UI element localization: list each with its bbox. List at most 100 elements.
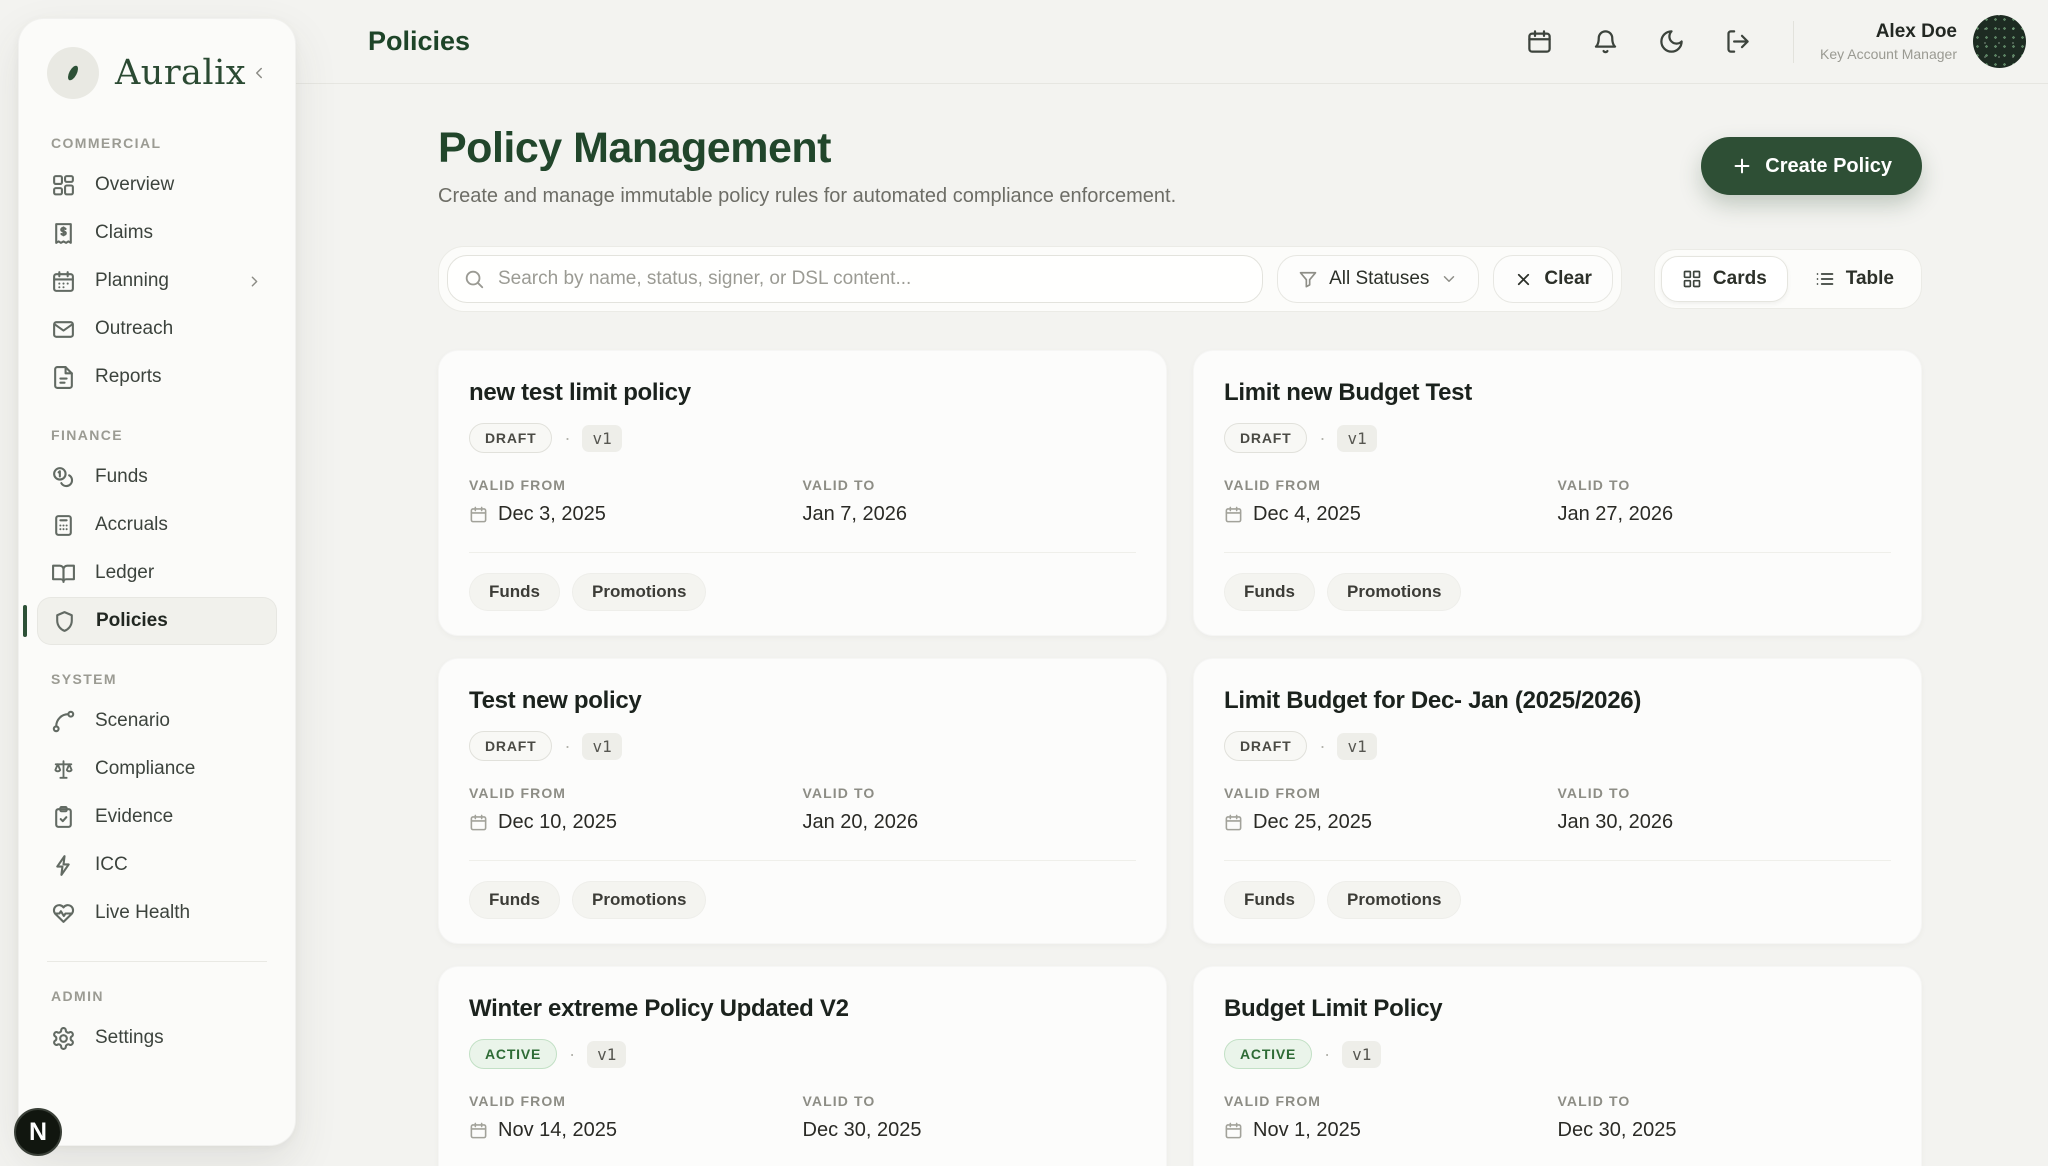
policy-card[interactable]: new test limit policy DRAFT · v1 VALID F… [438,350,1167,636]
sidebar-item-label: Compliance [95,758,195,780]
dot-separator: · [564,736,570,757]
valid-from-label: VALID FROM [1224,1093,1558,1109]
tag-pill: Funds [1224,881,1315,919]
version-chip: v1 [582,425,621,452]
status-filter-dropdown[interactable]: All Statuses [1277,255,1479,303]
moon-icon[interactable] [1645,16,1697,68]
calculator-icon [51,513,76,538]
tag-pill: Funds [1224,573,1315,611]
sidebar-item-label: Planning [95,270,169,292]
status-badge: ACTIVE [1224,1039,1312,1069]
policy-cards-grid: new test limit policy DRAFT · v1 VALID F… [438,350,1922,1166]
file-text-icon [51,365,76,390]
sidebar-item-policies[interactable]: Policies [37,597,277,645]
valid-to-value: Jan 27, 2026 [1558,503,1674,526]
policy-card[interactable]: Limit Budget for Dec- Jan (2025/2026) DR… [1193,658,1922,944]
sidebar-item-icc[interactable]: ICC [37,841,277,889]
policy-title: Budget Limit Policy [1224,995,1891,1023]
sidebar-divider [47,961,267,962]
valid-from-value: Nov 1, 2025 [1253,1119,1361,1142]
section-label-finance: Finance [51,427,277,443]
topbar-divider [1793,21,1794,63]
sidebar-item-label: Settings [95,1027,164,1049]
coins-icon [51,465,76,490]
create-policy-button[interactable]: Create Policy [1701,137,1922,195]
view-toggle: Cards Table [1654,249,1922,309]
sidebar-item-funds[interactable]: Funds [37,453,277,501]
valid-to-value: Jan 7, 2026 [803,503,908,526]
policy-card[interactable]: Budget Limit Policy ACTIVE · v1 VALID FR… [1193,966,1922,1166]
page-title: Policy Management [438,124,1176,173]
policy-card[interactable]: Winter extreme Policy Updated V2 ACTIVE … [438,966,1167,1166]
section-label-commercial: Commercial [51,135,277,151]
chevron-left-icon[interactable] [246,60,272,86]
gear-icon [51,1026,76,1051]
policy-card[interactable]: Limit new Budget Test DRAFT · v1 VALID F… [1193,350,1922,636]
valid-from-label: VALID FROM [469,1093,803,1109]
version-chip: v1 [582,733,621,760]
sidebar-item-scenario[interactable]: Scenario [37,697,277,745]
sidebar-item-reports[interactable]: Reports [37,353,277,401]
main-area: Policies Alex Doe Key Account Manager Po… [296,0,2048,1166]
avatar[interactable] [1973,15,2026,68]
clipboard-check-icon [51,805,76,830]
user-meta: Alex Doe Key Account Manager [1820,21,1957,62]
valid-to-label: VALID TO [803,785,1137,801]
sidebar-item-accruals[interactable]: Accruals [37,501,277,549]
app-name: Auralix [115,53,246,93]
calendar-icon [51,269,76,294]
clear-filters-button[interactable]: Clear [1493,255,1613,303]
sidebar-item-label: Scenario [95,710,170,732]
zap-icon [51,853,76,878]
plus-icon [1731,155,1753,177]
calendar-icon[interactable] [1513,16,1565,68]
valid-from-label: VALID FROM [1224,785,1558,801]
page-breadcrumb-title: Policies [368,26,470,57]
calendar-icon [1224,1121,1243,1140]
status-badge: DRAFT [1224,731,1307,761]
sidebar-item-planning[interactable]: Planning [37,257,277,305]
bell-icon[interactable] [1579,16,1631,68]
tag-pill: Promotions [1327,881,1461,919]
status-filter-value: All Statuses [1329,268,1429,290]
logout-icon[interactable] [1711,16,1763,68]
sidebar-item-settings[interactable]: Settings [37,1014,277,1062]
dot-separator: · [564,428,570,449]
section-label-system: System [51,671,277,687]
sidebar-item-label: Ledger [95,562,154,584]
view-toggle-table[interactable]: Table [1794,256,1915,302]
sidebar-item-claims[interactable]: Claims [37,209,277,257]
sidebar-item-overview[interactable]: Overview [37,161,277,209]
search-input[interactable] [447,255,1263,303]
dev-badge[interactable]: N [14,1108,62,1156]
filters-toolbar: All Statuses Clear Cards Tab [438,246,1922,312]
status-badge: DRAFT [469,423,552,453]
dot-separator: · [1324,1044,1330,1065]
valid-from-value: Nov 14, 2025 [498,1119,617,1142]
sidebar-item-compliance[interactable]: Compliance [37,745,277,793]
sidebar-item-ledger[interactable]: Ledger [37,549,277,597]
tag-pill: Promotions [572,881,706,919]
grid-icon [1682,269,1702,289]
sidebar-item-label: Outreach [95,318,173,340]
sidebar-item-live-health[interactable]: Live Health [37,889,277,937]
page-heading-block: Policy Management Create and manage immu… [438,124,1176,208]
valid-to-label: VALID TO [1558,1093,1892,1109]
sidebar-item-label: Overview [95,174,174,196]
shield-icon [52,609,77,634]
close-icon [1514,270,1533,289]
chevron-right-icon [246,273,263,290]
policy-card[interactable]: Test new policy DRAFT · v1 VALID FROM De… [438,658,1167,944]
version-chip: v1 [1342,1041,1381,1068]
view-toggle-cards[interactable]: Cards [1661,256,1788,302]
list-icon [1815,269,1835,289]
status-badge: DRAFT [1224,423,1307,453]
status-badge: ACTIVE [469,1039,557,1069]
sidebar-item-evidence[interactable]: Evidence [37,793,277,841]
tag-pill: Funds [469,881,560,919]
section-label-admin: Admin [51,988,277,1004]
tag-pill: Funds [469,573,560,611]
dot-separator: · [569,1044,575,1065]
sidebar-item-outreach[interactable]: Outreach [37,305,277,353]
valid-from-value: Dec 25, 2025 [1253,811,1372,834]
